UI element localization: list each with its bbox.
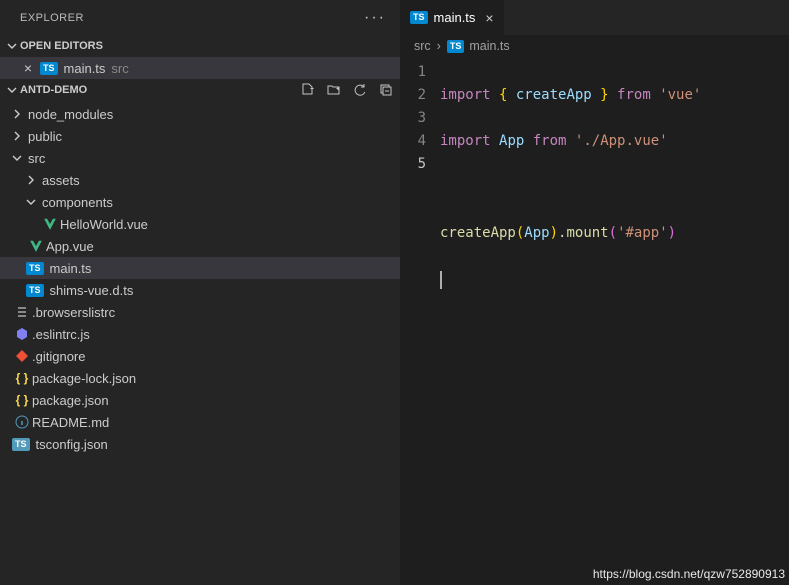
collapse-all-icon[interactable] [378, 82, 394, 98]
project-actions [300, 82, 394, 98]
file-shims[interactable]: TS shims-vue.d.ts [0, 279, 400, 301]
tab-main-ts[interactable]: TS main.ts × [400, 0, 504, 35]
code-line[interactable] [440, 176, 789, 199]
more-actions-icon[interactable]: ··· [364, 9, 386, 27]
json-icon: { } [12, 393, 32, 407]
chevron-right-icon [12, 131, 28, 141]
open-editor-filename: main.ts [64, 61, 106, 76]
folder-src[interactable]: src [0, 147, 400, 169]
editor-tabs: TS main.ts × [400, 0, 789, 35]
open-editor-hint: src [111, 61, 128, 76]
line-number: 4 [400, 130, 426, 153]
file-label: .gitignore [32, 349, 85, 364]
folder-assets[interactable]: assets [0, 169, 400, 191]
code-line[interactable] [440, 268, 789, 294]
file-label: package-lock.json [32, 371, 136, 386]
file-label: package.json [32, 393, 109, 408]
close-tab-icon[interactable]: × [485, 10, 493, 26]
folder-label: components [42, 195, 113, 210]
close-editor-icon[interactable]: × [20, 60, 36, 76]
info-icon [12, 415, 32, 429]
ts-icon: TS [26, 284, 44, 297]
folder-label: public [28, 129, 62, 144]
file-label: App.vue [46, 239, 94, 254]
chevron-down-icon [12, 153, 28, 163]
file-tree: node_modules public src assets component… [0, 101, 400, 457]
text-cursor [440, 271, 442, 289]
line-number-current: 5 [400, 153, 426, 176]
breadcrumb[interactable]: src › TS main.ts [400, 35, 789, 57]
file-eslintrc[interactable]: .eslintrc.js [0, 323, 400, 345]
ts-icon: TS [447, 40, 465, 53]
file-label: .eslintrc.js [32, 327, 90, 342]
vue-icon [40, 217, 60, 231]
line-gutter: 1 2 3 4 5 [400, 61, 440, 340]
breadcrumb-folder[interactable]: src [414, 39, 431, 53]
open-editors-label: OPEN EDITORS [20, 40, 103, 52]
code-lines[interactable]: import { createApp } from 'vue' import A… [440, 61, 789, 340]
folder-label: node_modules [28, 107, 113, 122]
line-number: 3 [400, 107, 426, 130]
config-icon [12, 305, 32, 319]
line-number: 2 [400, 84, 426, 107]
explorer-panel: EXPLORER ··· OPEN EDITORS × TS main.ts s… [0, 0, 400, 585]
open-editors-header[interactable]: OPEN EDITORS [0, 35, 400, 57]
tsconfig-icon: TS [12, 438, 30, 451]
eslint-icon [12, 327, 32, 341]
code-line[interactable]: createApp(App).mount('#app') [440, 222, 789, 245]
file-gitignore[interactable]: .gitignore [0, 345, 400, 367]
folder-label: assets [42, 173, 80, 188]
file-label: main.ts [50, 261, 92, 276]
file-label: HelloWorld.vue [60, 217, 148, 232]
chevron-down-icon [4, 85, 20, 95]
chevron-right-icon: › [437, 39, 441, 53]
open-editor-item[interactable]: × TS main.ts src [0, 57, 400, 79]
folder-public[interactable]: public [0, 125, 400, 147]
folder-components[interactable]: components [0, 191, 400, 213]
git-icon [12, 349, 32, 363]
folder-node-modules[interactable]: node_modules [0, 103, 400, 125]
file-package-json[interactable]: { }package.json [0, 389, 400, 411]
file-label: shims-vue.d.ts [50, 283, 134, 298]
file-tsconfig[interactable]: TS tsconfig.json [0, 433, 400, 455]
file-label: tsconfig.json [36, 437, 108, 452]
refresh-icon[interactable] [352, 82, 368, 98]
project-header[interactable]: ANTD-DEMO [0, 79, 400, 101]
file-browserslist[interactable]: .browserslistrc [0, 301, 400, 323]
new-folder-icon[interactable] [326, 82, 342, 98]
file-label: .browserslistrc [32, 305, 115, 320]
code-line[interactable]: import App from './App.vue' [440, 130, 789, 153]
explorer-header: EXPLORER ··· [0, 0, 400, 35]
file-package-lock[interactable]: { }package-lock.json [0, 367, 400, 389]
chevron-right-icon [26, 175, 42, 185]
project-name: ANTD-DEMO [20, 84, 87, 96]
ts-icon: TS [40, 62, 58, 75]
file-label: README.md [32, 415, 109, 430]
ts-icon: TS [26, 262, 44, 275]
ts-icon: TS [410, 11, 428, 24]
watermark-text: https://blog.csdn.net/qzw752890913 [593, 567, 785, 581]
file-main-ts[interactable]: TS main.ts [0, 257, 400, 279]
breadcrumb-file[interactable]: main.ts [469, 39, 509, 53]
file-readme[interactable]: README.md [0, 411, 400, 433]
chevron-right-icon [12, 109, 28, 119]
line-number: 1 [400, 61, 426, 84]
editor-pane: TS main.ts × src › TS main.ts 1 2 3 4 5 … [400, 0, 789, 585]
vue-icon [26, 239, 46, 253]
new-file-icon[interactable] [300, 82, 316, 98]
file-app-vue[interactable]: App.vue [0, 235, 400, 257]
tab-label: main.ts [434, 10, 476, 25]
folder-label: src [28, 151, 45, 166]
json-icon: { } [12, 371, 32, 385]
file-helloworld[interactable]: HelloWorld.vue [0, 213, 400, 235]
code-area[interactable]: 1 2 3 4 5 import { createApp } from 'vue… [400, 57, 789, 340]
chevron-down-icon [4, 41, 20, 51]
code-line[interactable]: import { createApp } from 'vue' [440, 84, 789, 107]
chevron-down-icon [26, 197, 42, 207]
explorer-title: EXPLORER [20, 12, 84, 24]
